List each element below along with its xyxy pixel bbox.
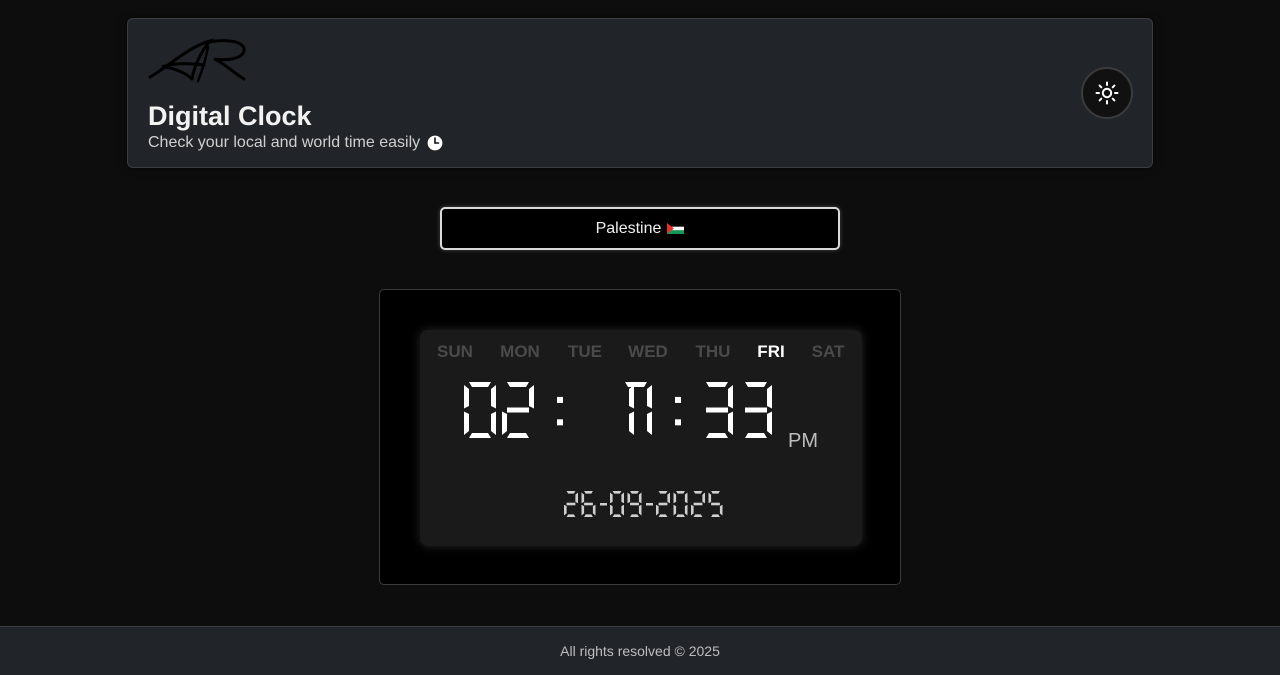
clock-display: SUN MON TUE WED THU FRI SAT PM [420, 330, 862, 546]
hour-digit-1 [464, 382, 496, 438]
minute-digit-1 [629, 385, 634, 435]
palestine-flag-icon [667, 223, 685, 234]
ampm-indicator: PM [788, 430, 818, 452]
date-dash-5 [646, 503, 653, 506]
country-select-value: Palestine [595, 219, 662, 237]
date-digit-1 [581, 491, 596, 517]
logo [148, 38, 246, 83]
date-digit-9 [708, 491, 723, 517]
date-digit-3 [610, 491, 624, 517]
weekday-sun: SUN [437, 342, 473, 361]
date-digit-8 [691, 491, 705, 517]
page-subtitle: Check your local and world time easily [148, 134, 444, 152]
second-digit-2 [745, 382, 772, 438]
footer-text: All rights resolved © 2025 [560, 643, 720, 659]
footer: All rights resolved © 2025 [0, 626, 1280, 675]
theme-toggle-button[interactable] [1081, 67, 1133, 119]
country-select[interactable]: Palestine [440, 207, 840, 250]
weekday-fri: FRI [757, 342, 785, 361]
subtitle-text: Check your local and world time easily [148, 134, 421, 151]
weekday-tue: TUE [568, 342, 602, 361]
weekday-thu: THU [695, 342, 731, 361]
sun-icon [1095, 81, 1119, 105]
time-colon-1 [557, 396, 563, 426]
clock-frame: SUN MON TUE WED THU FRI SAT PM [379, 289, 901, 585]
hour-digit-2 [502, 382, 534, 438]
date-digit-6 [656, 491, 670, 517]
time-colon-2 [675, 396, 681, 426]
weekday-mon: MON [500, 342, 540, 361]
date-dash-2 [600, 503, 607, 506]
weekday-wed: WED [628, 342, 668, 361]
weekday-sat: SAT [811, 342, 845, 361]
date-digit-0 [564, 491, 578, 517]
second-digit-1 [706, 382, 733, 438]
weekday-row: SUN MON TUE WED THU FRI SAT [420, 342, 862, 364]
app-header: Digital Clock Check your local and world… [127, 18, 1153, 168]
clock-emoji-icon [426, 134, 444, 152]
date-digit-7 [673, 491, 688, 517]
date-digits [564, 491, 723, 517]
page-title: Digital Clock [148, 101, 312, 131]
date-digit-4 [627, 491, 642, 517]
